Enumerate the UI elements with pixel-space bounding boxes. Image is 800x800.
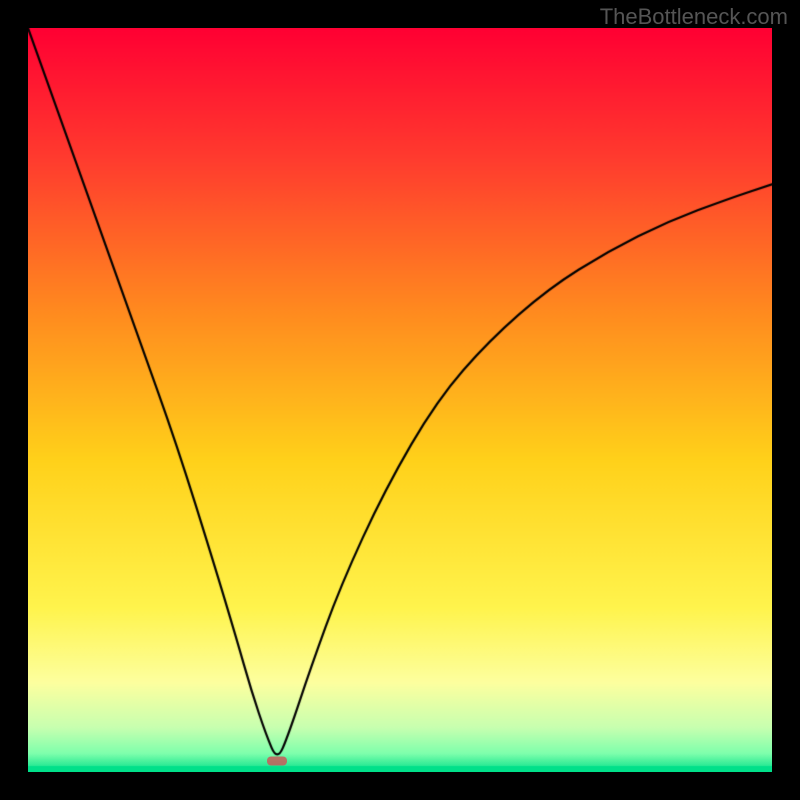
- bottleneck-curve: [28, 28, 772, 772]
- watermark-text: TheBottleneck.com: [600, 4, 788, 30]
- plot-area: [28, 28, 772, 772]
- optimal-point-marker: [267, 756, 287, 765]
